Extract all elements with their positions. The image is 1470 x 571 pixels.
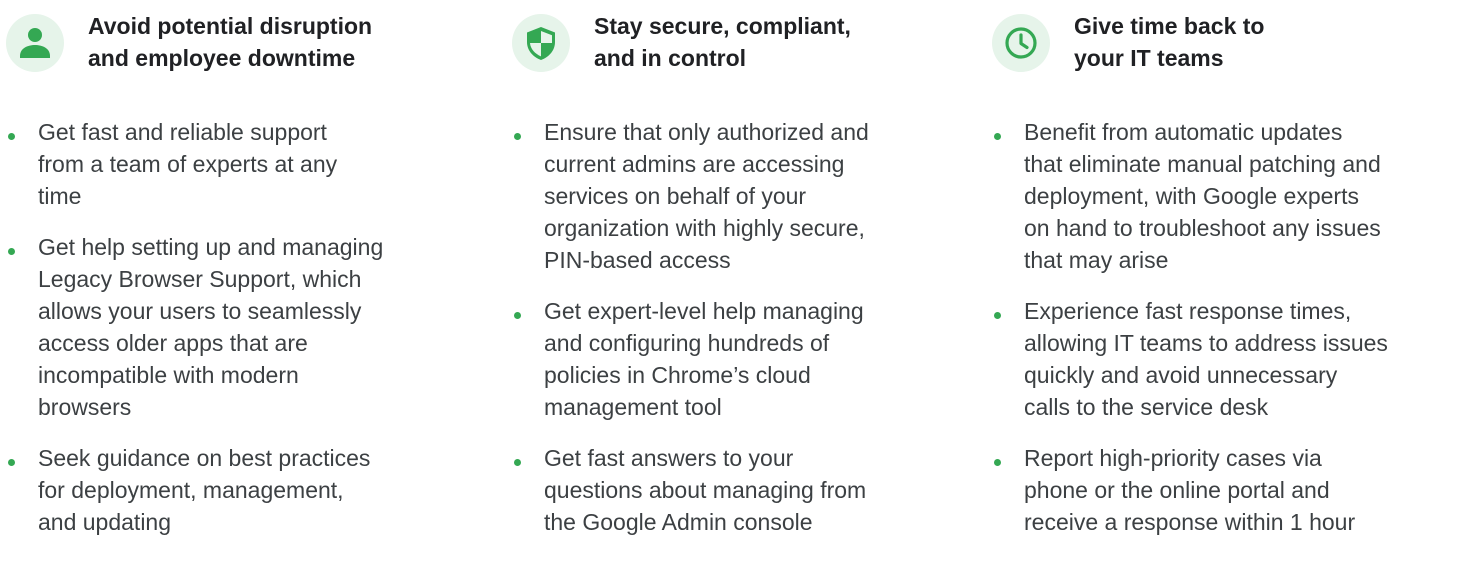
clock-icon xyxy=(992,14,1050,72)
shield-icon xyxy=(512,14,570,72)
person-icon xyxy=(6,14,64,72)
benefits-columns: Avoid potential disruption and employee … xyxy=(0,0,1470,571)
list-item: Experience fast response times, allowing… xyxy=(990,295,1460,423)
bullet-list: Ensure that only authorized and current … xyxy=(510,116,980,557)
column-title-line: and in control xyxy=(594,45,747,71)
column-title-line: Give time back to xyxy=(1074,13,1265,39)
bullet-line: allowing IT teams to address issues xyxy=(1024,330,1388,356)
bullet-line: that eliminate manual patching and xyxy=(1024,151,1381,177)
benefit-column-security: Stay secure, compliant, and in control E… xyxy=(510,0,980,571)
bullet-dot-icon xyxy=(994,459,1001,466)
bullet-line: Report high-priority cases via xyxy=(1024,445,1322,471)
bullet-line: current admins are accessing xyxy=(544,151,845,177)
column-header: Stay secure, compliant, and in control xyxy=(510,0,980,90)
column-title: Give time back to your IT teams xyxy=(1074,10,1454,74)
column-title-line: and employee downtime xyxy=(88,45,356,71)
bullet-line: on hand to troubleshoot any issues xyxy=(1024,215,1381,241)
bullet-line: questions about managing from xyxy=(544,477,867,503)
bullet-line: quickly and avoid unnecessary xyxy=(1024,362,1338,388)
bullet-line: Seek guidance on best practices xyxy=(38,445,371,471)
bullet-line: time xyxy=(38,183,82,209)
bullet-line: receive a response within 1 hour xyxy=(1024,509,1356,535)
bullet-line: policies in Chrome’s cloud xyxy=(544,362,811,388)
column-header: Give time back to your IT teams xyxy=(990,0,1460,90)
list-item: Ensure that only authorized and current … xyxy=(510,116,980,276)
bullet-line: allows your users to seamlessly xyxy=(38,298,362,324)
bullet-list: Get fast and reliable support from a tea… xyxy=(4,116,474,557)
list-item: Get expert-level help managing and confi… xyxy=(510,295,980,423)
column-title-line: Avoid potential disruption xyxy=(88,13,373,39)
bullet-dot-icon xyxy=(514,133,521,140)
bullet-line: Get expert-level help managing xyxy=(544,298,864,324)
benefit-column-disruption: Avoid potential disruption and employee … xyxy=(4,0,474,571)
bullet-line: and updating xyxy=(38,509,172,535)
bullet-line: deployment, with Google experts xyxy=(1024,183,1359,209)
column-header: Avoid potential disruption and employee … xyxy=(4,0,474,90)
bullet-dot-icon xyxy=(994,133,1001,140)
bullet-line: and configuring hundreds of xyxy=(544,330,830,356)
bullet-dot-icon xyxy=(8,133,15,140)
bullet-line: Benefit from automatic updates xyxy=(1024,119,1343,145)
bullet-line: the Google Admin console xyxy=(544,509,813,535)
list-item: Get fast answers to your questions about… xyxy=(510,442,980,538)
bullet-dot-icon xyxy=(514,312,521,319)
bullet-line: PIN-based access xyxy=(544,247,731,273)
benefit-column-time: Give time back to your IT teams Benefit … xyxy=(990,0,1460,571)
column-title-line: Stay secure, compliant, xyxy=(594,13,851,39)
bullet-list: Benefit from automatic updates that elim… xyxy=(990,116,1460,557)
bullet-dot-icon xyxy=(8,248,15,255)
bullet-line: Get fast and reliable support xyxy=(38,119,327,145)
list-item: Benefit from automatic updates that elim… xyxy=(990,116,1460,276)
bullet-line: incompatible with modern xyxy=(38,362,299,388)
bullet-line: Experience fast response times, xyxy=(1024,298,1352,324)
bullet-line: services on behalf of your xyxy=(544,183,807,209)
bullet-line: that may arise xyxy=(1024,247,1169,273)
column-title: Stay secure, compliant, and in control xyxy=(594,10,974,74)
bullet-dot-icon xyxy=(994,312,1001,319)
bullet-line: for deployment, management, xyxy=(38,477,344,503)
bullet-dot-icon xyxy=(8,459,15,466)
bullet-line: from a team of experts at any xyxy=(38,151,338,177)
bullet-line: browsers xyxy=(38,394,132,420)
list-item: Seek guidance on best practices for depl… xyxy=(4,442,474,538)
list-item: Get help setting up and managing Legacy … xyxy=(4,231,474,423)
bullet-line: Get help setting up and managing xyxy=(38,234,384,260)
bullet-line: phone or the online portal and xyxy=(1024,477,1330,503)
list-item: Report high-priority cases via phone or … xyxy=(990,442,1460,538)
bullet-line: management tool xyxy=(544,394,722,420)
bullet-line: calls to the service desk xyxy=(1024,394,1269,420)
bullet-line: organization with highly secure, xyxy=(544,215,865,241)
list-item: Get fast and reliable support from a tea… xyxy=(4,116,474,212)
bullet-line: Get fast answers to your xyxy=(544,445,794,471)
column-title: Avoid potential disruption and employee … xyxy=(88,10,468,74)
bullet-dot-icon xyxy=(514,459,521,466)
bullet-line: Legacy Browser Support, which xyxy=(38,266,362,292)
bullet-line: Ensure that only authorized and xyxy=(544,119,869,145)
bullet-line: access older apps that are xyxy=(38,330,308,356)
column-title-line: your IT teams xyxy=(1074,45,1224,71)
